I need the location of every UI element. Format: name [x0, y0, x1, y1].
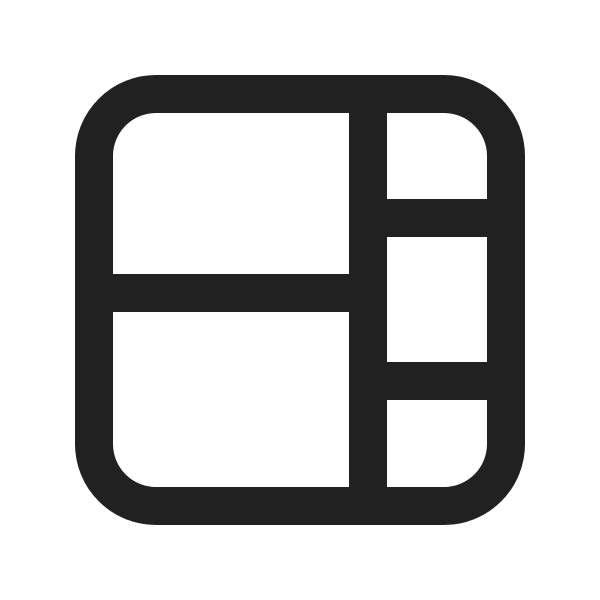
icon-canvas [0, 0, 600, 600]
layout-icon-container [0, 0, 600, 600]
panel-grid-layout-icon [75, 75, 525, 525]
